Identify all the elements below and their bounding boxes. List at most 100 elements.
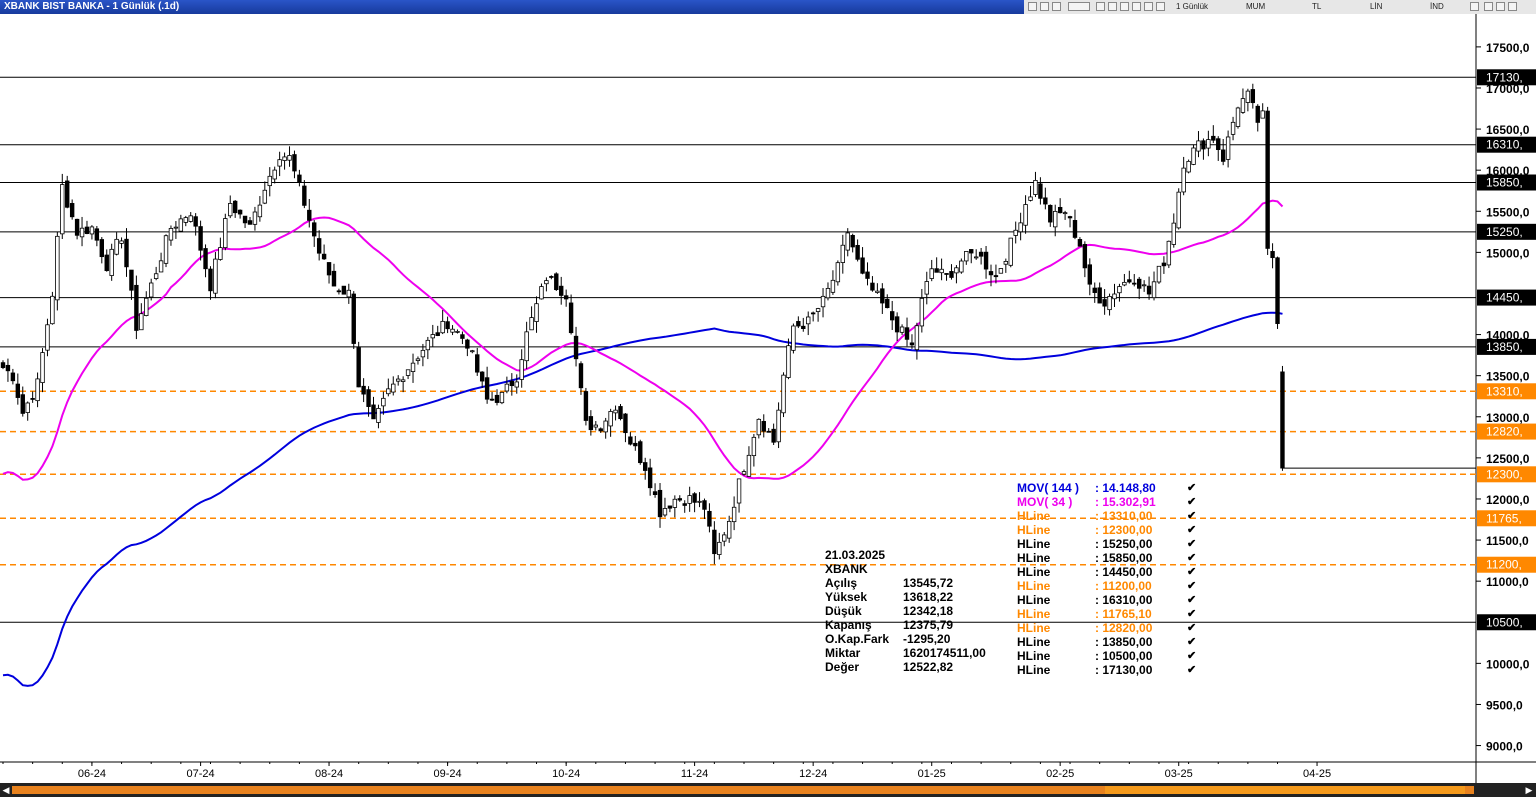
toolbar-icon[interactable] [1156,2,1165,11]
candle-body [297,174,302,183]
toolbar-linear[interactable]: LİN [1370,2,1382,11]
restore-icon[interactable] [1496,2,1505,11]
candle [618,403,623,421]
info-value: 12522,82 [903,660,954,674]
info-row: Düşük 12342,18 [825,604,1005,618]
price-chart[interactable]: 17130,16310,15850,15250,14450,13850,1331… [0,14,1536,783]
candle-body [292,154,297,172]
horizontal-scrollbar[interactable]: ◀ ▶ [0,783,1536,797]
candle-body [1156,265,1162,283]
candle-body [959,260,964,273]
scroll-right-icon[interactable]: ▶ [1524,785,1534,795]
candle-body [880,288,885,304]
candle-body [1181,167,1186,193]
legend-row: HLine: 11765,10 ✔ [1017,607,1197,621]
check-icon[interactable]: ✔ [1187,649,1196,663]
candle-body [470,350,475,353]
candle-body [1220,149,1226,162]
check-icon[interactable]: ✔ [1187,579,1196,593]
toolbar-icon[interactable] [1120,2,1129,11]
hline-label: 14450, [1486,291,1523,305]
candle [1235,106,1241,129]
check-icon[interactable]: ✔ [1187,565,1196,579]
check-icon[interactable]: ✔ [1187,551,1196,565]
candle [341,285,347,295]
candle-body [1265,110,1270,249]
check-icon[interactable]: ✔ [1187,481,1196,495]
toolbar-period[interactable]: 1 Günlük [1176,2,1208,11]
candle [791,323,796,354]
candle-body [741,471,747,475]
x-tick-label: 06-24 [78,768,106,780]
candle [1156,265,1162,284]
candle-body [608,411,613,427]
close-icon[interactable] [1508,2,1517,11]
toolbar-icon[interactable] [1040,2,1049,11]
check-icon[interactable]: ✔ [1187,593,1196,607]
legend-row: HLine: 16310,00 ✔ [1017,593,1197,607]
candle-body [1255,105,1260,123]
candle-body [628,436,633,445]
legend-row: HLine: 12820,00 ✔ [1017,621,1197,635]
toolbar-icon[interactable] [1108,2,1117,11]
candle-body [776,409,781,443]
candle-body [786,345,791,378]
minimize-icon[interactable] [1484,2,1493,11]
candle-body [386,388,391,395]
toolbar-currency[interactable]: TL [1312,2,1321,11]
candle-body [228,203,233,217]
candle-body [89,226,95,235]
candle [109,243,114,281]
legend-value: : 13310,00 [1095,509,1153,523]
candle-body [736,478,742,504]
toolbar-icon[interactable] [1132,2,1141,11]
candle [835,260,841,286]
candle-body [489,398,495,401]
check-icon[interactable]: ✔ [1187,509,1196,523]
candle [1275,256,1280,329]
check-icon[interactable]: ✔ [1187,537,1196,551]
hline-label: 10500, [1486,615,1523,629]
candle-body [855,244,860,260]
info-key: Yüksek [825,590,868,604]
indicator-legend: MOV( 144 ): 14.148,80 ✔ MOV( 34 ): 15.302,… [1017,481,1197,677]
print-icon[interactable] [1470,2,1479,11]
candle-body [618,406,623,420]
check-icon[interactable]: ✔ [1187,495,1196,509]
check-icon[interactable]: ✔ [1187,663,1196,677]
candle [1166,240,1172,269]
info-value: 1620174511,00 [903,646,986,660]
x-tick-label: 01-25 [918,768,946,780]
candle-body [15,383,21,398]
hline-label: 13310, [1486,384,1523,398]
candle [638,439,643,465]
check-icon[interactable]: ✔ [1187,523,1196,537]
legend-value: : 15850,00 [1095,551,1153,565]
candle-body [509,380,515,387]
candle [499,391,505,405]
candle-body [460,334,465,339]
candle-body [440,320,445,334]
candle-body [366,389,371,407]
toolbar-icon[interactable] [1144,2,1153,11]
legend-value: : 12300,00 [1095,523,1153,537]
toolbar-icon[interactable] [1096,2,1105,11]
candle-body [909,342,915,346]
check-icon[interactable]: ✔ [1187,621,1196,635]
candle-body [148,282,154,298]
scroll-left-icon[interactable]: ◀ [1,785,11,795]
candle-body [993,275,999,278]
candle-body [643,462,648,471]
toolbar-icon[interactable] [1068,2,1090,11]
scroll-thumb[interactable] [1105,786,1465,794]
toolbar-indicator[interactable]: İND [1430,2,1444,11]
candle-body [726,520,732,539]
candle-body [929,268,934,279]
toolbar-candle[interactable]: MUM [1246,2,1265,11]
check-icon[interactable]: ✔ [1187,607,1196,621]
candle-body [40,352,45,384]
toolbar-icon[interactable] [1028,2,1037,11]
toolbar-icon[interactable] [1052,2,1061,11]
candle-body [647,467,653,489]
check-icon[interactable]: ✔ [1187,635,1196,649]
